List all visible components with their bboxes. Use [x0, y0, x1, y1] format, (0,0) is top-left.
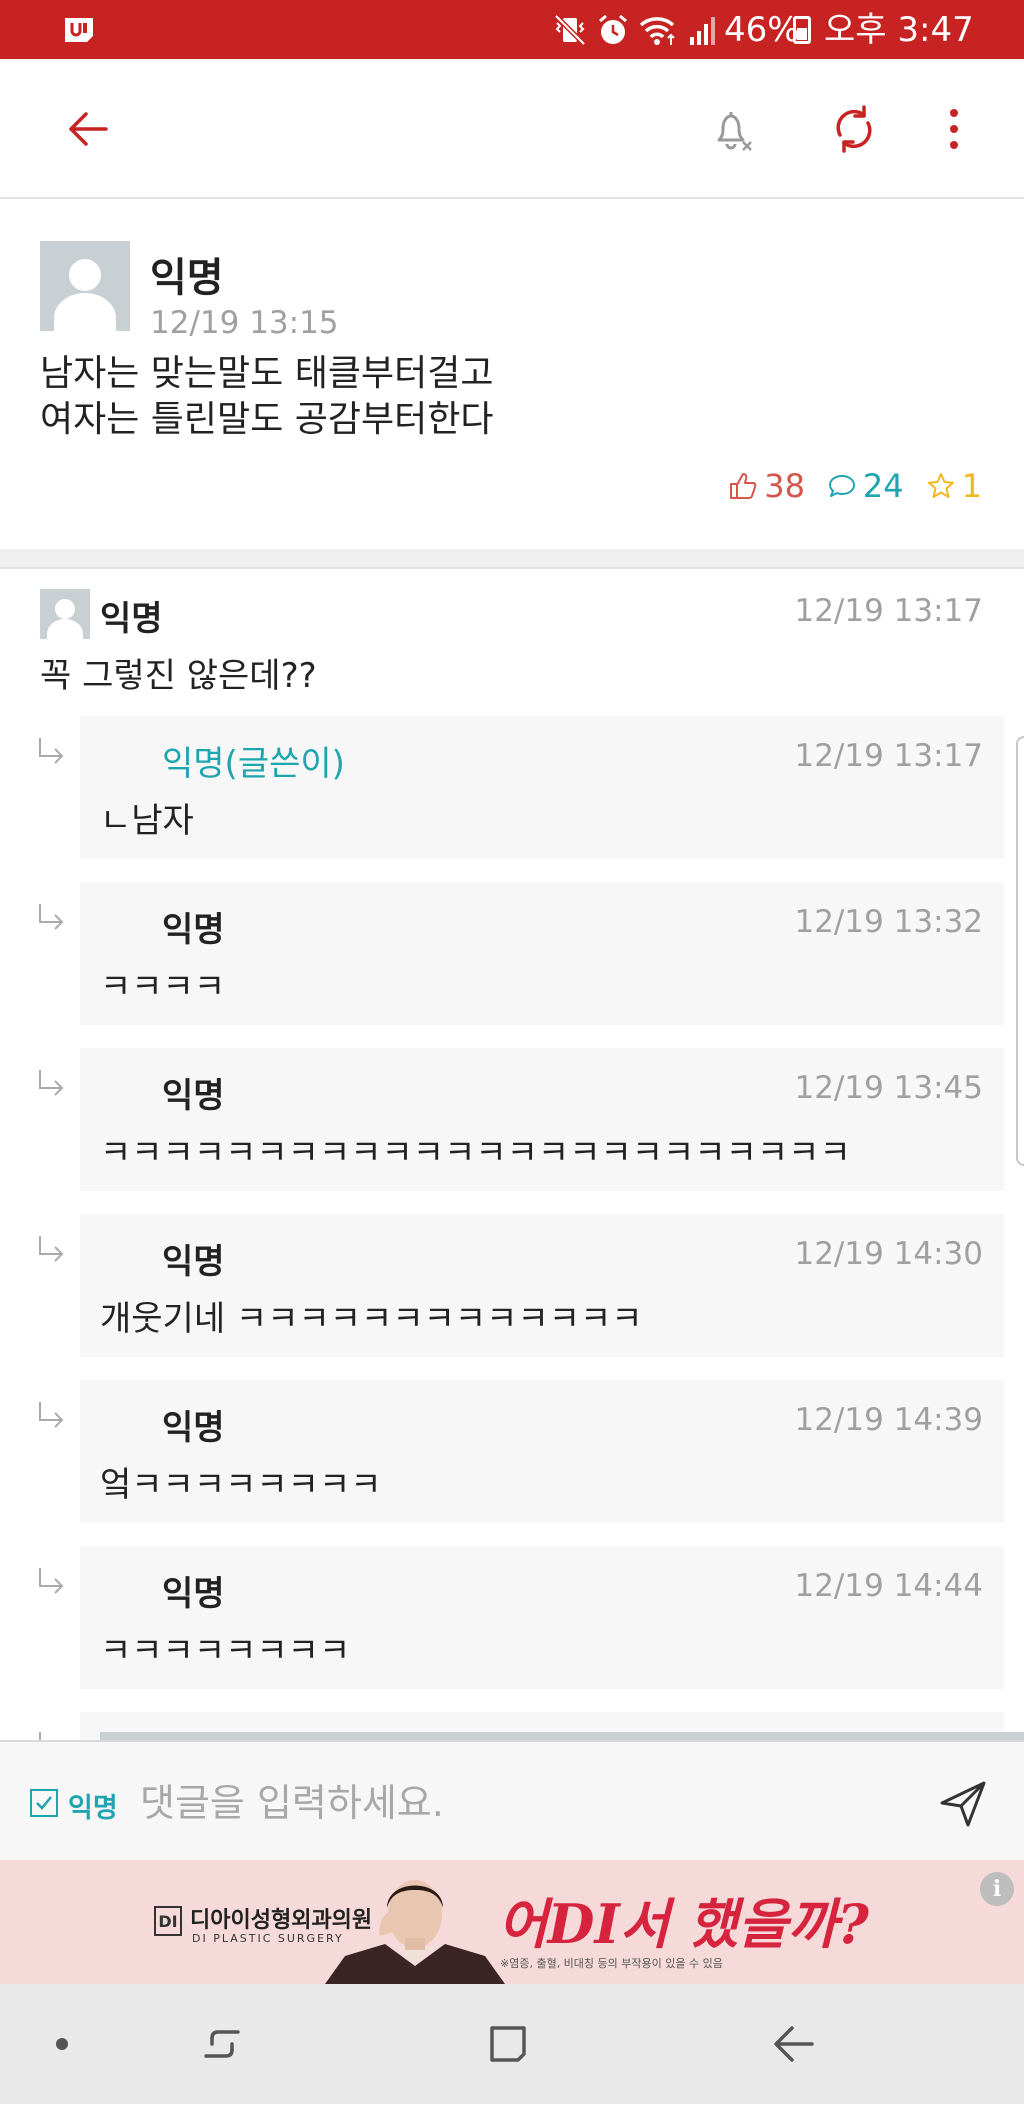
vibrate-mute-icon [554, 14, 586, 46]
recent-apps-button[interactable] [192, 2014, 252, 2074]
post-card: 익명 12/19 13:15 남자는 맞는말도 태클부터걸고 여자는 틀린말도 … [0, 201, 1024, 549]
ad-headline: 어DI서 했을까? [498, 1892, 869, 1956]
comment-author: 익명 [100, 599, 163, 639]
avatar [40, 241, 130, 331]
system-nav-bar [0, 1984, 1024, 2104]
send-icon [940, 1781, 986, 1827]
speech-bubble-icon [828, 475, 855, 497]
reply-author: 익명 [162, 1574, 225, 1614]
reply-time: 12/19 13:17 [794, 738, 983, 774]
reply-item-partial[interactable] [80, 1712, 1024, 1740]
reply-author: 익명 [162, 910, 225, 950]
thumbs-up-icon [730, 473, 757, 499]
post-author: 익명 [150, 255, 224, 301]
refresh-button[interactable] [824, 99, 884, 159]
system-back-button[interactable] [764, 2014, 824, 2074]
like-count-value: 38 [764, 467, 805, 505]
notification-off-icon [717, 112, 752, 151]
reply-arrow-icon [39, 1732, 41, 1740]
reply-time: 12/19 14:39 [794, 1402, 983, 1438]
reply-text: 엌ㅋㅋㅋㅋㅋㅋㅋㅋ [100, 1465, 382, 1505]
post-line: 여자는 틀린말도 공감부터한다 [40, 399, 494, 440]
post-time: 12/19 13:15 [150, 305, 339, 341]
back-button[interactable] [58, 99, 118, 159]
status-clock: 오후 3:47 [824, 10, 974, 50]
reply-arrow-icon [39, 1568, 64, 1594]
ad-banner[interactable]: DI 디아이성형외과의원 DI PLASTIC SURGERY 어DI서 했을까… [0, 1860, 1024, 1984]
home-button[interactable] [478, 2014, 538, 2074]
checkmark-icon [36, 1796, 52, 1810]
reply-time: 12/19 13:45 [794, 1070, 983, 1106]
more-options-button[interactable] [924, 99, 984, 159]
reply-text: ㅋㅋㅋㅋㅋㅋㅋㅋㅋㅋㅋㅋㅋㅋㅋㅋㅋㅋㅋㅋㅋㅋㅋㅋ [100, 1133, 851, 1173]
reply-arrow-icon [39, 904, 64, 930]
reply-arrow-icon [39, 738, 64, 764]
notification-toggle-button[interactable] [702, 99, 762, 159]
ad-model-photo [325, 1880, 505, 1984]
star-icon [927, 473, 954, 498]
avatar [100, 1732, 1024, 1740]
clinic-subtitle: DI PLASTIC SURGERY [192, 1932, 344, 1945]
battery-icon [793, 16, 811, 44]
reply-item[interactable]: 익명 12/19 13:32 ㅋㅋㅋㅋ [80, 882, 1004, 1025]
reply-item[interactable]: 익명 12/19 13:45 ㅋㅋㅋㅋㅋㅋㅋㅋㅋㅋㅋㅋㅋㅋㅋㅋㅋㅋㅋㅋㅋㅋㅋㅋ [80, 1048, 1004, 1191]
anonymous-label[interactable]: 익명 [68, 1786, 118, 1825]
avatar [40, 589, 90, 639]
comment-input-bar: 익명 [0, 1740, 1024, 1860]
reply-arrow-icon [39, 1236, 64, 1262]
alarm-icon [599, 14, 627, 44]
reply-item[interactable]: 익명(글쓴이) 12/19 13:17 ㄴ남자 [80, 716, 1004, 859]
nav-dot-button[interactable] [32, 2014, 92, 2074]
comment-count-value: 24 [862, 467, 904, 505]
reply-author-op: 익명(글쓴이) [162, 744, 345, 784]
comment-input[interactable] [140, 1772, 900, 1834]
scrap-count-value: 1 [961, 467, 982, 505]
reply-time: 12/19 14:44 [794, 1568, 983, 1604]
refresh-icon [836, 105, 872, 153]
reply-author: 익명 [162, 1076, 225, 1116]
post-content: 남자는 맞는말도 태클부터걸고 여자는 틀린말도 공감부터한다 [40, 351, 493, 443]
anonymous-checkbox[interactable] [30, 1789, 58, 1817]
app-notification-icon [65, 18, 93, 42]
like-count[interactable]: 38 [728, 467, 805, 505]
comment-count: 24 [827, 467, 904, 505]
comment-text: 꼭 그렇진 않은데?? [40, 656, 317, 696]
more-vert-icon [950, 109, 958, 149]
scrap-count[interactable]: 1 [926, 467, 982, 505]
back-arrow-icon [69, 112, 108, 146]
top-toolbar [0, 59, 1024, 199]
reply-text: ㄴ남자 [100, 801, 194, 841]
reply-text: ㅋㅋㅋㅋ [100, 967, 226, 1007]
post-line: 남자는 맞는말도 태클부터걸고 [40, 353, 494, 394]
status-bar: 46% 오후 3:47 [0, 0, 1024, 59]
post-stats: 38 24 1 [706, 467, 982, 505]
reply-time: 12/19 13:32 [794, 904, 983, 940]
ad-disclaimer: ※염증, 출혈, 비대칭 등의 부작용이 있을 수 있음 [500, 1957, 723, 1970]
ad-info-button[interactable]: i [980, 1872, 1014, 1906]
dot-icon [56, 2038, 68, 2050]
signal-icon [690, 17, 715, 45]
reply-author: 익명 [162, 1408, 225, 1448]
reply-author: 익명 [162, 1242, 225, 1282]
system-icons [552, 12, 718, 48]
reply-time: 12/19 14:30 [794, 1236, 983, 1272]
reply-item[interactable]: 익명 12/19 14:39 엌ㅋㅋㅋㅋㅋㅋㅋㅋ [80, 1380, 1004, 1523]
reply-text: ㅋㅋㅋㅋㅋㅋㅋㅋ [100, 1631, 351, 1671]
system-back-icon [774, 2026, 814, 2062]
scrollbar[interactable] [1016, 736, 1024, 1166]
send-button[interactable] [935, 1776, 991, 1832]
comment-item[interactable]: 익명 12/19 13:17 꼭 그렇진 않은데?? [0, 571, 1024, 701]
reply-item[interactable]: 익명 12/19 14:44 ㅋㅋㅋㅋㅋㅋㅋㅋ [80, 1546, 1004, 1689]
comment-time: 12/19 13:17 [794, 593, 983, 629]
reply-arrow-icon [39, 1402, 64, 1428]
reply-text: 개웃기네 ㅋㅋㅋㅋㅋㅋㅋㅋㅋㅋㅋㅋㅋ [100, 1299, 643, 1339]
battery-percent: 46% [724, 10, 800, 50]
reply-item[interactable]: 익명 12/19 14:30 개웃기네 ㅋㅋㅋㅋㅋㅋㅋㅋㅋㅋㅋㅋㅋ [80, 1214, 1004, 1357]
section-divider [0, 549, 1024, 569]
home-square-icon [490, 2026, 526, 2062]
reply-arrow-icon [39, 1070, 64, 1096]
clinic-logo: DI [154, 1906, 182, 1936]
wifi-icon [639, 17, 675, 45]
recent-apps-icon [204, 2030, 240, 2058]
